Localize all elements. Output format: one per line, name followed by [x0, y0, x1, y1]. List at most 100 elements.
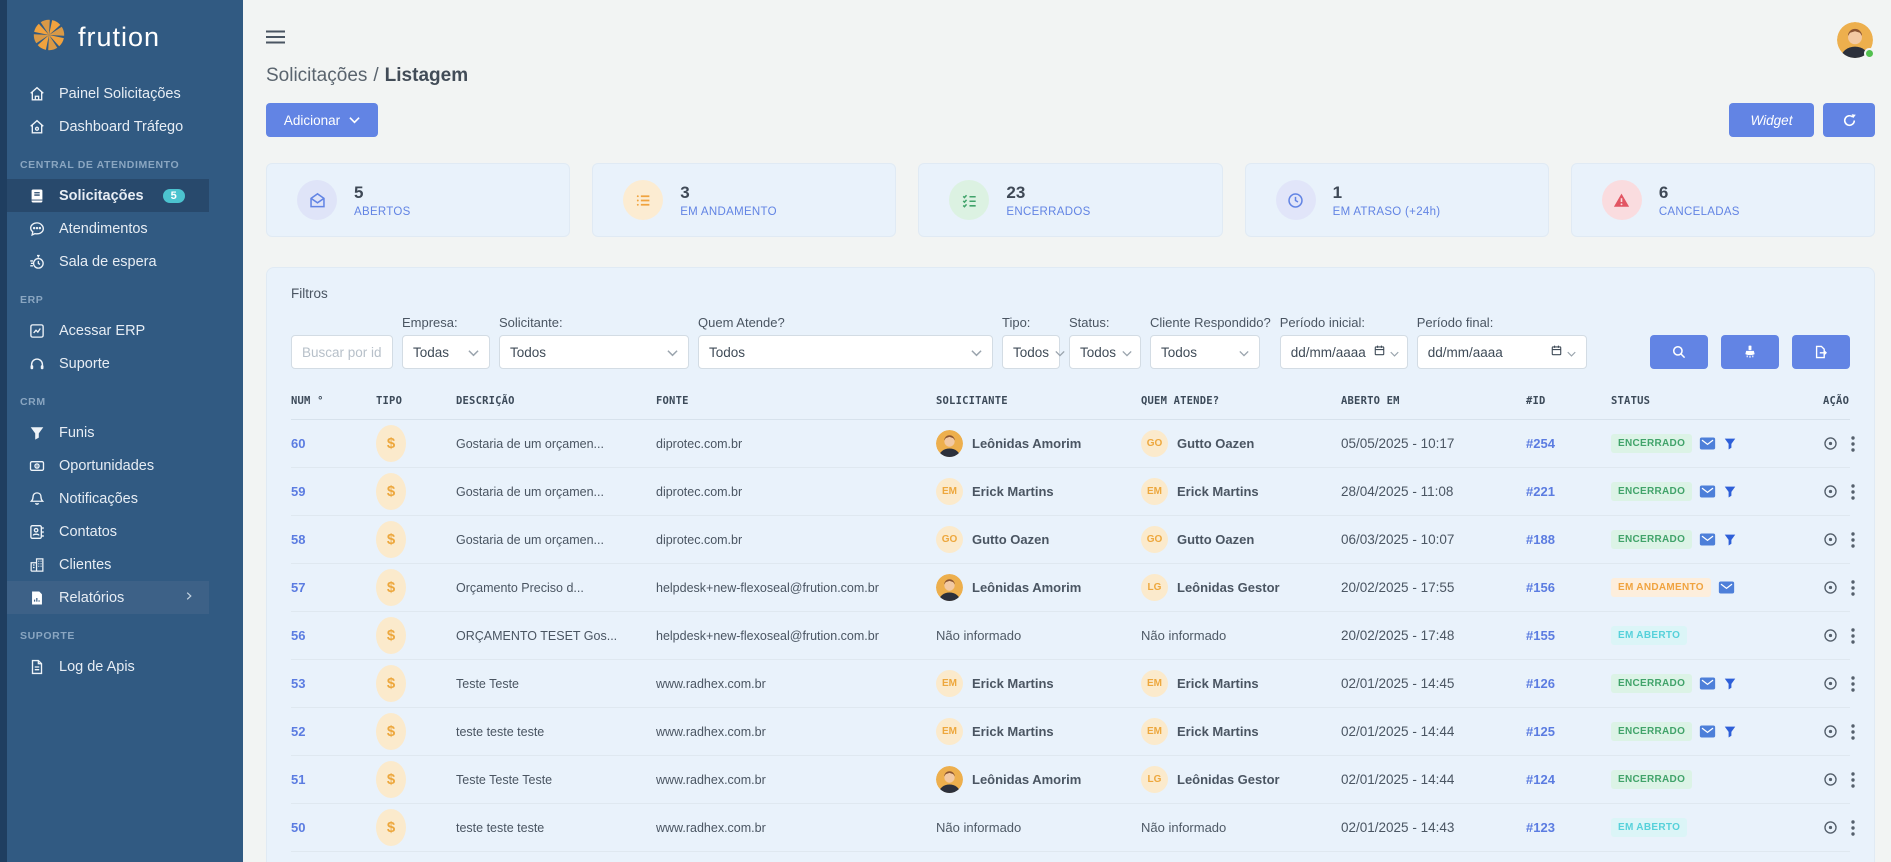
sidebar-item-suporte[interactable]: Suporte — [7, 347, 209, 380]
ticket-id-link[interactable]: #126 — [1526, 676, 1611, 691]
kebab-menu-icon[interactable] — [1851, 628, 1855, 644]
breadcrumb-parent[interactable]: Solicitações — [266, 65, 367, 86]
ticket-id-link[interactable]: #156 — [1526, 580, 1611, 595]
stat-card-canceladas[interactable]: 6CANCELADAS — [1571, 163, 1875, 237]
kebab-menu-icon[interactable] — [1851, 724, 1855, 740]
ticket-id-link[interactable]: #125 — [1526, 724, 1611, 739]
ticket-id-link[interactable]: #188 — [1526, 532, 1611, 547]
row-number-link[interactable]: 60 — [291, 436, 376, 451]
menu-button[interactable] — [266, 30, 286, 49]
envelope-icon[interactable] — [1699, 436, 1716, 451]
view-icon[interactable] — [1822, 627, 1839, 644]
filter-icon[interactable] — [1723, 676, 1737, 691]
row-number-link[interactable]: 56 — [291, 628, 376, 643]
quem-atende-value: Todos — [709, 345, 745, 360]
kebab-menu-icon[interactable] — [1851, 436, 1855, 452]
add-button[interactable]: Adicionar — [266, 103, 378, 137]
filter-icon[interactable] — [1723, 724, 1737, 739]
export-button[interactable] — [1792, 335, 1850, 369]
solicitante-cell: Não informado — [936, 628, 1141, 643]
envelope-icon[interactable] — [1699, 484, 1716, 499]
widget-button[interactable]: Widget — [1729, 103, 1814, 137]
sidebar-item-log-de-apis[interactable]: Log de Apis — [7, 650, 209, 683]
envelope-icon[interactable] — [1699, 724, 1716, 739]
row-number-link[interactable]: 50 — [291, 820, 376, 835]
logo[interactable]: frution — [0, 0, 243, 69]
aberto-em-cell: 02/01/2025 - 14:45 — [1341, 676, 1526, 691]
sidebar-item-contatos[interactable]: Contatos — [7, 515, 209, 548]
row-number-link[interactable]: 52 — [291, 724, 376, 739]
envelope-icon[interactable] — [1699, 676, 1716, 691]
view-icon[interactable] — [1822, 579, 1839, 596]
periodo-final-value: dd/mm/aaaa — [1428, 345, 1503, 360]
person-name: Leônidas Gestor — [1177, 580, 1280, 595]
clear-filters-button[interactable] — [1721, 335, 1779, 369]
table-row: 56 $ ORÇAMENTO TESET Gos... helpdesk+new… — [291, 612, 1850, 660]
sidebar-item-solicitacoes[interactable]: Solicitações 5 — [7, 179, 209, 212]
filter-icon[interactable] — [1723, 436, 1737, 451]
cliente-respondido-select[interactable]: Todos — [1150, 335, 1260, 369]
solicitante-cell: EM Erick Martins — [936, 718, 1141, 745]
sidebar-item-dashboard-trafego[interactable]: Dashboard Tráfego — [7, 110, 209, 143]
solicitante-cell: EM Erick Martins — [936, 478, 1141, 505]
ticket-id-link[interactable]: #221 — [1526, 484, 1611, 499]
tipo-select[interactable]: Todos — [1002, 335, 1060, 369]
periodo-inicial-input[interactable]: dd/mm/aaaa — [1280, 335, 1408, 369]
envelope-icon[interactable] — [1718, 580, 1735, 595]
ticket-id-link[interactable]: #123 — [1526, 820, 1611, 835]
row-number-link[interactable]: 51 — [291, 772, 376, 787]
search-input[interactable] — [291, 335, 393, 369]
solicitante-label: Solicitante: — [499, 315, 689, 330]
sidebar-item-notificacoes[interactable]: Notificações — [7, 482, 209, 515]
row-number-link[interactable]: 58 — [291, 532, 376, 547]
search-button[interactable] — [1650, 335, 1708, 369]
refresh-button[interactable] — [1823, 103, 1875, 137]
stat-card-abertos[interactable]: 5ABERTOS — [266, 163, 570, 237]
row-number-link[interactable]: 59 — [291, 484, 376, 499]
empresa-select[interactable]: Todas — [402, 335, 490, 369]
view-icon[interactable] — [1822, 675, 1839, 692]
sidebar-item-sala-de-espera[interactable]: Sala de espera — [7, 245, 209, 278]
envelope-icon[interactable] — [1699, 532, 1716, 547]
kebab-menu-icon[interactable] — [1851, 532, 1855, 548]
tipo-cell: $ — [376, 713, 438, 750]
view-icon[interactable] — [1822, 531, 1839, 548]
kebab-menu-icon[interactable] — [1851, 820, 1855, 836]
quem-atende-select[interactable]: Todos — [698, 335, 993, 369]
periodo-final-input[interactable]: dd/mm/aaaa — [1417, 335, 1587, 369]
view-icon[interactable] — [1822, 771, 1839, 788]
kebab-menu-icon[interactable] — [1851, 580, 1855, 596]
ticket-id-link[interactable]: #155 — [1526, 628, 1611, 643]
solicitante-select[interactable]: Todos — [499, 335, 689, 369]
ticket-id-link[interactable]: #254 — [1526, 436, 1611, 451]
sidebar-item-acessar-erp[interactable]: Acessar ERP — [7, 314, 209, 347]
kebab-menu-icon[interactable] — [1851, 484, 1855, 500]
user-avatar[interactable] — [1837, 22, 1873, 58]
stat-card-encerrados[interactable]: 23ENCERRADOS — [918, 163, 1222, 237]
money-icon — [28, 457, 46, 475]
sidebar-item-painel-solicitacoes[interactable]: Painel Solicitações — [7, 77, 209, 110]
row-number-link[interactable]: 53 — [291, 676, 376, 691]
view-icon[interactable] — [1822, 819, 1839, 836]
add-button-label: Adicionar — [284, 113, 340, 128]
chevron-down-icon — [667, 345, 678, 360]
sidebar-item-atendimentos[interactable]: Atendimentos — [7, 212, 209, 245]
column-header-status: STATUS — [1611, 395, 1816, 407]
filter-icon[interactable] — [1723, 484, 1737, 499]
row-number-link[interactable]: 57 — [291, 580, 376, 595]
status-select[interactable]: Todos — [1069, 335, 1141, 369]
view-icon[interactable] — [1822, 435, 1839, 452]
sidebar-item-oportunidades[interactable]: Oportunidades — [7, 449, 209, 482]
kebab-menu-icon[interactable] — [1851, 772, 1855, 788]
stat-card-em-atraso[interactable]: 1EM ATRASO (+24h) — [1245, 163, 1549, 237]
checklist-icon — [949, 180, 989, 220]
kebab-menu-icon[interactable] — [1851, 676, 1855, 692]
sidebar-item-relatorios[interactable]: Relatórios — [7, 581, 209, 614]
sidebar-item-clientes[interactable]: Clientes — [7, 548, 209, 581]
ticket-id-link[interactable]: #124 — [1526, 772, 1611, 787]
view-icon[interactable] — [1822, 483, 1839, 500]
sidebar-item-funis[interactable]: Funis — [7, 416, 209, 449]
filter-icon[interactable] — [1723, 532, 1737, 547]
view-icon[interactable] — [1822, 723, 1839, 740]
stat-card-em-andamento[interactable]: 3EM ANDAMENTO — [592, 163, 896, 237]
